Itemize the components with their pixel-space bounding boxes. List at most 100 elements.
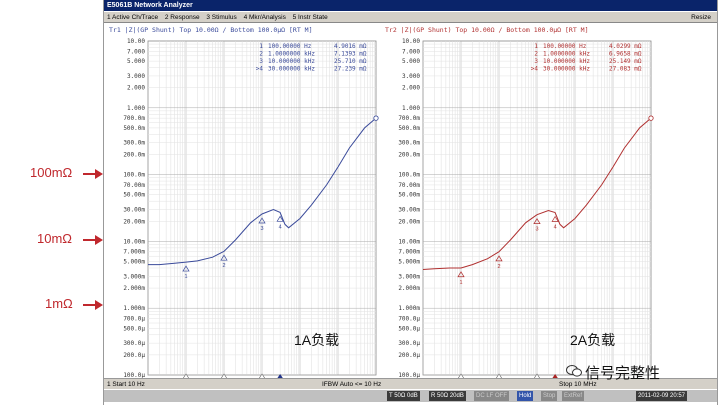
- marker-readout-freq: 1.0000000 kHz: [543, 51, 590, 58]
- y-tick-label: 200.0m: [398, 151, 420, 158]
- y-tick-label: 3.000: [127, 73, 145, 80]
- marker-readout-value: 25.710 mΩ: [334, 58, 367, 65]
- y-tick-label: 1.000: [127, 105, 145, 112]
- y-tick-label: 10.00: [402, 38, 420, 45]
- y-tick-label: 300.0µ: [123, 340, 145, 347]
- y-tick-label: 30.00m: [398, 207, 420, 214]
- marker-readout-freq: 1.0000000 kHz: [268, 51, 315, 58]
- wechat-icon: [566, 365, 582, 377]
- y-tick-label: 20.00m: [123, 218, 145, 225]
- curve-marker-label-2: 2: [497, 264, 500, 270]
- y-tick-label: 5.000m: [123, 259, 145, 266]
- y-tick-label: 1.000: [402, 105, 420, 112]
- y-tick-label: 700.0µ: [123, 316, 145, 323]
- marker-readout-freq: 10.000000 kHz: [543, 58, 590, 65]
- status-dc-lf: DC LF OFF: [474, 391, 509, 401]
- marker-readout-value: 27.239 mΩ: [334, 66, 367, 73]
- marker-readout-value: 25.149 mΩ: [609, 58, 642, 65]
- y-tick-label: 300.0µ: [398, 340, 420, 347]
- ifbw-setting[interactable]: IFBW Auto <= 10 Hz: [322, 379, 381, 390]
- y-tick-label: 5.000: [127, 58, 145, 65]
- y-tick-label: 70.00m: [398, 182, 420, 189]
- y-tick-label: 7.000: [402, 48, 420, 55]
- menu-item-stimulus[interactable]: 3 Stimulus: [206, 12, 236, 23]
- marker-readout-id: 2: [259, 51, 263, 58]
- y-tick-label: 7.000: [127, 48, 145, 55]
- status-stop: Stop: [541, 391, 558, 401]
- curve-marker-label-4: 4: [554, 224, 557, 230]
- menu-bar: 1 Active Ch/Trace 2 Response 3 Stimulus …: [104, 12, 717, 23]
- menu-item-mkr-analysis[interactable]: 4 Mkr/Analysis: [244, 12, 286, 23]
- marker-readout-freq: 100.00000 Hz: [543, 43, 587, 50]
- annotation-arrowhead-100mohm: [95, 169, 103, 179]
- marker-readout-id: 3: [259, 58, 263, 65]
- marker-readout-value: 6.9658 mΩ: [609, 51, 642, 58]
- y-tick-label: 2.000: [127, 85, 145, 92]
- y-tick-label: 100.0m: [398, 172, 420, 179]
- y-tick-label: 50.00m: [123, 192, 145, 199]
- y-tick-label: 2.000: [402, 85, 420, 92]
- annotation-1mohm: 1mΩ: [45, 296, 73, 311]
- y-tick-label: 5.000m: [398, 259, 420, 266]
- y-tick-label: 700.0µ: [398, 316, 420, 323]
- resize-button[interactable]: Resize: [691, 12, 711, 23]
- curve-marker-label-1: 1: [184, 274, 187, 280]
- menu-item-active-ch-trace[interactable]: 1 Active Ch/Trace: [107, 12, 158, 23]
- marker-readout-value: 4.0299 mΩ: [609, 43, 642, 50]
- annotation-arrowhead-1mohm: [95, 300, 103, 310]
- status-datetime: 2011-02-09 20:57: [636, 391, 687, 401]
- marker-readout-id: 1: [534, 43, 538, 50]
- y-tick-label: 3.000: [402, 73, 420, 80]
- y-tick-label: 10.00m: [123, 238, 145, 245]
- y-tick-label: 7.000m: [398, 249, 420, 256]
- y-tick-label: 1.000m: [123, 305, 145, 312]
- marker-readout-id: >4: [531, 66, 539, 73]
- y-tick-label: 7.000m: [123, 249, 145, 256]
- y-tick-label: 3.000m: [398, 273, 420, 280]
- y-tick-label: 2.000m: [398, 285, 420, 292]
- y-tick-label: 5.000: [402, 58, 420, 65]
- y-tick-label: 3.000m: [123, 273, 145, 280]
- curve-marker-label-1: 1: [459, 280, 462, 286]
- annotation-10mohm: 10mΩ: [37, 231, 73, 246]
- trace-end-marker: [648, 115, 654, 121]
- marker-readout-freq: 30.000000 kHz: [268, 66, 315, 73]
- marker-readout-freq: 30.000000 kHz: [543, 66, 590, 73]
- y-tick-label: 700.0m: [398, 115, 420, 122]
- marker-readout-freq: 10.000000 kHz: [268, 58, 315, 65]
- y-tick-label: 500.0µ: [398, 325, 420, 332]
- status-t-port: T 50Ω 0dB: [387, 391, 420, 401]
- curve-marker-label-3: 3: [260, 226, 263, 232]
- marker-readout-id: 3: [534, 58, 538, 65]
- network-analyzer-window: E5061B Network Analyzer 1 Active Ch/Trac…: [103, 0, 718, 405]
- marker-readout-id: 1: [259, 43, 263, 50]
- y-tick-label: 2.000m: [123, 285, 145, 292]
- y-tick-label: 200.0µ: [123, 352, 145, 359]
- y-tick-label: 1.000m: [398, 305, 420, 312]
- marker-readout-value: 4.9016 mΩ: [334, 43, 367, 50]
- curve-marker-label-4: 4: [279, 224, 282, 230]
- impedance-plots: 10.00 7.000 5.000 3.000 2.000 1.000 700.0m 500.…: [123, 38, 654, 378]
- y-tick-label: 10.00: [127, 38, 145, 45]
- marker-readout-value: 27.083 mΩ: [609, 66, 642, 73]
- status-hold: Hold: [517, 391, 534, 401]
- menu-item-instr-state[interactable]: 5 Instr State: [293, 12, 328, 23]
- right-load-label: 2A负载: [570, 332, 616, 348]
- trace-end-marker: [373, 115, 379, 121]
- y-tick-label: 500.0µ: [123, 325, 145, 332]
- y-tick-label: 200.0µ: [398, 352, 420, 359]
- window-title: E5061B Network Analyzer: [104, 0, 717, 11]
- marker-readout-value: 7.1393 mΩ: [334, 51, 367, 58]
- y-tick-label: 300.0m: [123, 140, 145, 147]
- y-tick-label: 500.0m: [123, 125, 145, 132]
- y-tick-label: 300.0m: [398, 140, 420, 147]
- y-tick-label: 100.0m: [123, 172, 145, 179]
- menu-item-response[interactable]: 2 Response: [165, 12, 200, 23]
- start-frequency[interactable]: 1 Start 10 Hz: [107, 379, 145, 390]
- annotation-arrowhead-10mohm: [95, 235, 103, 245]
- marker-readout-id: 2: [534, 51, 538, 58]
- curve-marker-label-2: 2: [222, 263, 225, 269]
- instrument-status-bar: T 50Ω 0dB R 50Ω 20dB DC LF OFF Hold Stop…: [104, 390, 717, 402]
- y-tick-label: 500.0m: [398, 125, 420, 132]
- left-load-label: 1A负载: [294, 332, 340, 348]
